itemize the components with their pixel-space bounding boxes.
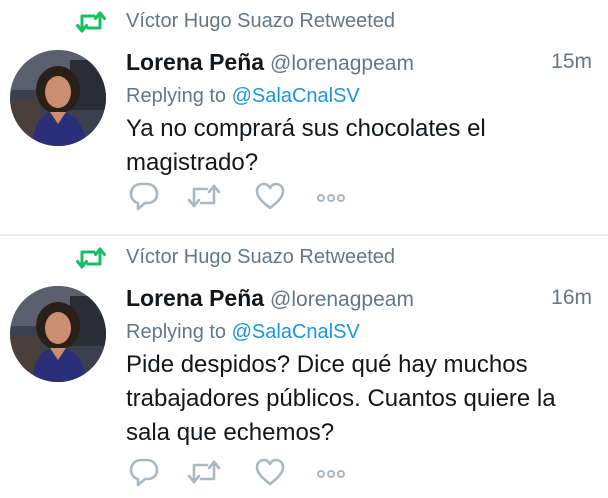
more-icon[interactable] [316, 456, 346, 488]
more-icon[interactable] [316, 180, 346, 212]
retweeted-by-label[interactable]: Víctor Hugo Suazo Retweeted [126, 245, 395, 269]
retweet-icon [76, 247, 106, 269]
tweet-text: Pide despidos? Dice qué hay muchos traba… [126, 351, 556, 446]
mention-link[interactable]: @SalaCnalSV [232, 85, 360, 107]
tweet-actions [126, 180, 426, 212]
heart-icon[interactable] [254, 456, 286, 488]
replying-to-label: Replying to [126, 321, 227, 343]
retweet-icon [76, 11, 106, 33]
timestamp[interactable]: 15m [551, 48, 592, 76]
retweeted-by-label[interactable]: Víctor Hugo Suazo Retweeted [126, 9, 395, 33]
avatar[interactable] [10, 286, 106, 382]
replying-to-label: Replying to [126, 85, 227, 107]
retweet-context: Víctor Hugo Suazo Retweeted [0, 244, 608, 272]
tweet-actions [126, 456, 426, 488]
retweet-icon[interactable] [186, 180, 222, 212]
tweet[interactable]: Víctor Hugo Suazo Retweeted Lorena Peña @… [0, 236, 608, 498]
tweet-text: Ya no comprará sus chocolates el magistr… [126, 115, 486, 176]
timestamp[interactable]: 16m [551, 284, 592, 312]
reply-icon[interactable] [128, 180, 160, 212]
replying-to: Replying to @SalaCnalSV [126, 319, 360, 345]
replying-to: Replying to @SalaCnalSV [126, 83, 360, 109]
tweet-header: Lorena Peña @lorenagpeam 16m [126, 284, 592, 314]
tweet-header: Lorena Peña @lorenagpeam 15m [126, 48, 592, 78]
author-name[interactable]: Lorena Peña [126, 49, 264, 75]
tweet[interactable]: Víctor Hugo Suazo Retweeted Lorena Peña @… [0, 0, 608, 235]
mention-link[interactable]: @SalaCnalSV [232, 321, 360, 343]
retweet-icon[interactable] [186, 456, 222, 488]
avatar[interactable] [10, 50, 106, 146]
reply-icon[interactable] [128, 456, 160, 488]
heart-icon[interactable] [254, 180, 286, 212]
author-name[interactable]: Lorena Peña [126, 285, 264, 311]
retweet-context: Víctor Hugo Suazo Retweeted [0, 8, 608, 36]
author-handle[interactable]: @lorenagpeam [270, 288, 414, 311]
author-handle[interactable]: @lorenagpeam [270, 52, 414, 75]
